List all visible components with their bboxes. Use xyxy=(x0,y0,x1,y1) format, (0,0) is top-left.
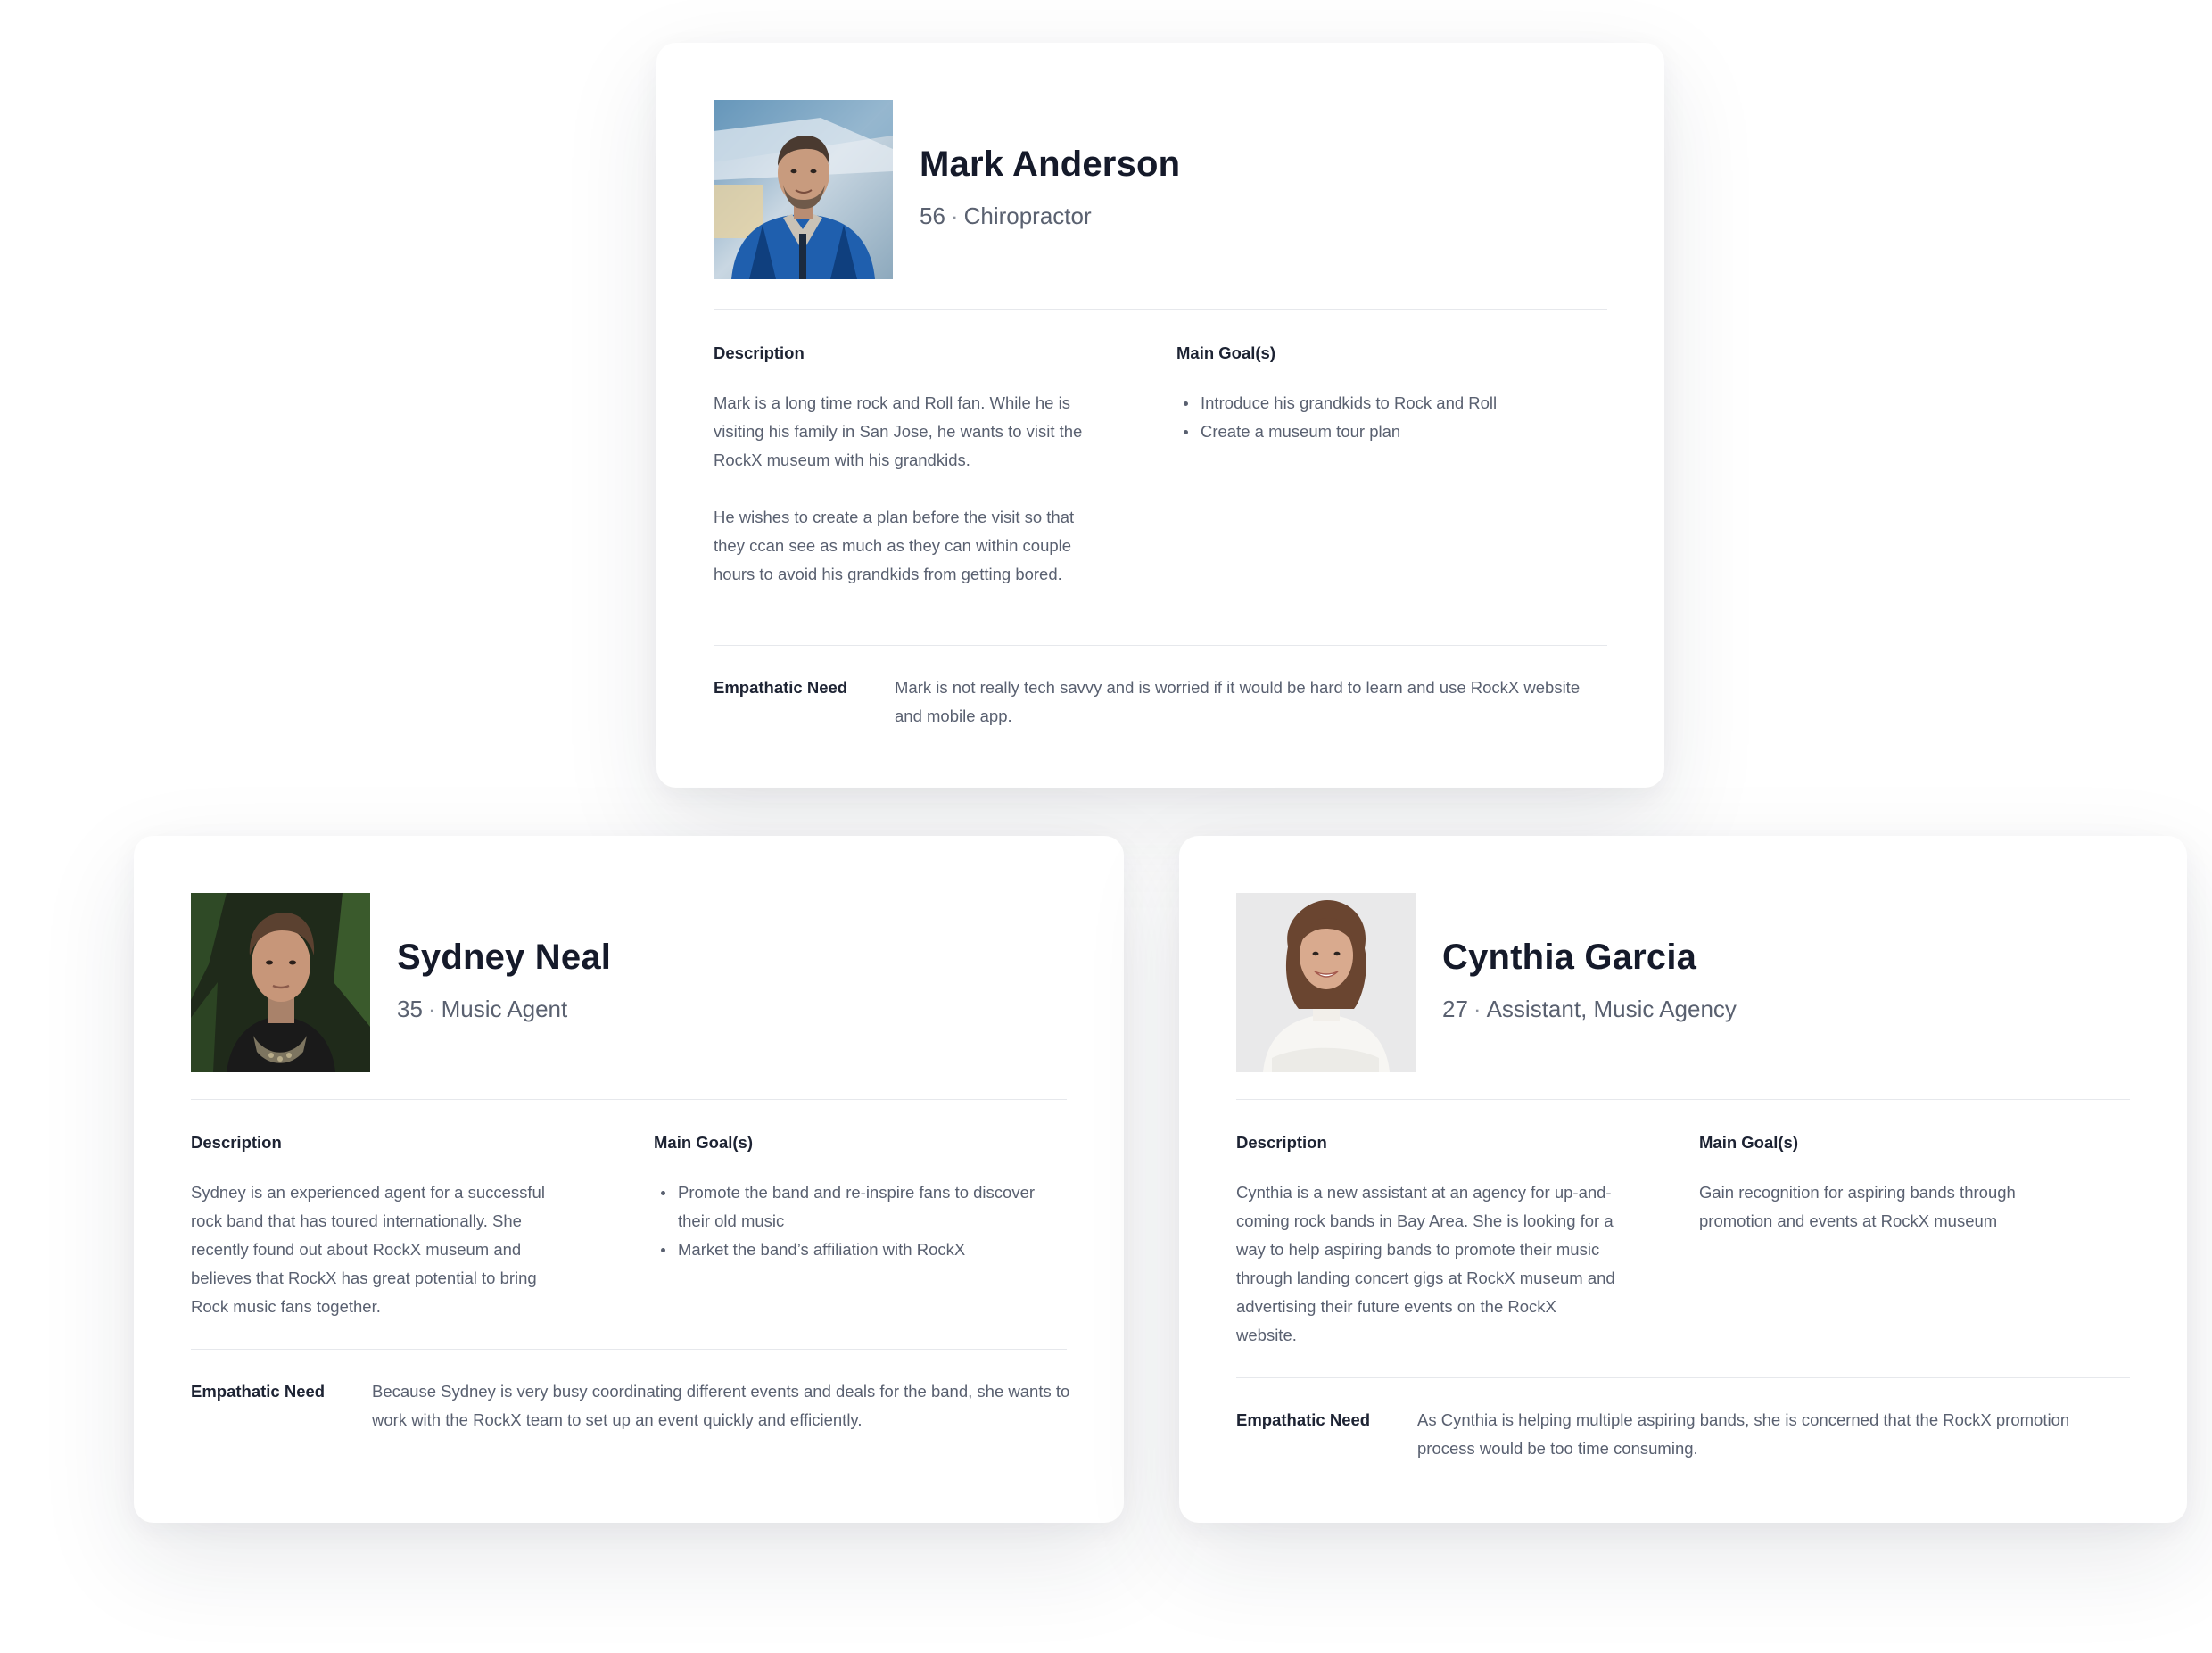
main-goals-label: Main Goal(s) xyxy=(1699,1133,1799,1152)
description-label: Description xyxy=(191,1133,282,1152)
description-paragraph: Cynthia is a new assistant at an agency … xyxy=(1236,1183,1615,1344)
persona-age: 35 xyxy=(397,996,423,1022)
description-paragraph: Sydney is an experienced agent for a suc… xyxy=(191,1183,545,1316)
main-goals-list: Introduce his grandkids to Rock and Roll… xyxy=(1176,389,1569,446)
goal-item: Promote the band and re-inspire fans to … xyxy=(654,1178,1055,1236)
persona-age: 27 xyxy=(1442,996,1468,1022)
section-divider xyxy=(714,645,1607,646)
persona-photo xyxy=(714,100,893,279)
goal-item: Introduce his grandkids to Rock and Roll xyxy=(1176,389,1569,417)
empathatic-need-label: Empathatic Need xyxy=(714,678,848,697)
persona-occupation: Music Agent xyxy=(441,996,568,1022)
persona-card-mark-anderson: Mark Anderson 56 · Chiropractor Descriptio… xyxy=(656,43,1664,788)
separator-dot: · xyxy=(950,202,959,229)
persona-photo-image xyxy=(714,100,893,279)
description-text: Mark is a long time rock and Roll fan. W… xyxy=(714,389,1097,589)
persona-card-sydney-neal: Sydney Neal 35 · Music Agent Description S… xyxy=(134,836,1124,1523)
separator-dot: · xyxy=(1473,996,1482,1022)
empathatic-need-text: Mark is not really tech savvy and is wor… xyxy=(895,678,1581,725)
persona-name: Mark Anderson xyxy=(920,145,1181,184)
goal-item: Market the band’s affiliation with RockX xyxy=(654,1236,1055,1264)
description-paragraph: Mark is a long time rock and Roll fan. W… xyxy=(714,393,1083,469)
persona-photo-image xyxy=(191,893,370,1072)
persona-name: Sydney Neal xyxy=(397,938,612,977)
main-goals-text: Gain recognition for aspiring bands thro… xyxy=(1699,1183,2016,1230)
section-divider xyxy=(191,1099,1067,1100)
main-goals-label: Main Goal(s) xyxy=(654,1133,754,1152)
empathatic-need-label: Empathatic Need xyxy=(191,1382,326,1401)
persona-meta: 27 · Assistant, Music Agency xyxy=(1442,996,1737,1023)
persona-header: Cynthia Garcia 27 · Assistant, Music Agenc… xyxy=(1236,893,2130,1072)
persona-occupation: Chiropractor xyxy=(963,202,1092,229)
separator-dot: · xyxy=(427,996,436,1022)
main-goals-label: Main Goal(s) xyxy=(1176,343,1276,362)
persona-header: Sydney Neal 35 · Music Agent xyxy=(191,893,1067,1072)
persona-photo xyxy=(1236,893,1416,1072)
section-divider xyxy=(1236,1377,2130,1378)
persona-card-cynthia-garcia: Cynthia Garcia 27 · Assistant, Music Agenc… xyxy=(1179,836,2187,1523)
persona-photo xyxy=(191,893,370,1072)
description-paragraph: He wishes to create a plan before the vi… xyxy=(714,508,1075,583)
persona-board: Mark Anderson 56 · Chiropractor Descriptio… xyxy=(0,0,2212,1653)
description-label: Description xyxy=(1236,1133,1327,1152)
description-text: Sydney is an experienced agent for a suc… xyxy=(191,1178,574,1321)
section-divider xyxy=(1236,1099,2130,1100)
section-divider xyxy=(714,309,1607,310)
goal-item: Create a museum tour plan xyxy=(1176,417,1569,446)
persona-name: Cynthia Garcia xyxy=(1442,938,1697,977)
persona-meta: 35 · Music Agent xyxy=(397,996,567,1023)
empathatic-need-text: As Cynthia is helping multiple aspiring … xyxy=(1417,1410,2070,1458)
persona-occupation: Assistant, Music Agency xyxy=(1486,996,1737,1022)
persona-age: 56 xyxy=(920,202,945,229)
persona-photo-image xyxy=(1236,893,1416,1072)
empathatic-need-text: Because Sydney is very busy coordinating… xyxy=(372,1382,1070,1429)
section-divider xyxy=(191,1349,1067,1350)
persona-header: Mark Anderson 56 · Chiropractor xyxy=(714,100,1607,279)
description-text: Cynthia is a new assistant at an agency … xyxy=(1236,1178,1620,1350)
main-goals-list: Promote the band and re-inspire fans to … xyxy=(654,1178,1055,1264)
description-label: Description xyxy=(714,343,805,362)
empathatic-need-label: Empathatic Need xyxy=(1236,1410,1371,1429)
persona-meta: 56 · Chiropractor xyxy=(920,202,1092,230)
